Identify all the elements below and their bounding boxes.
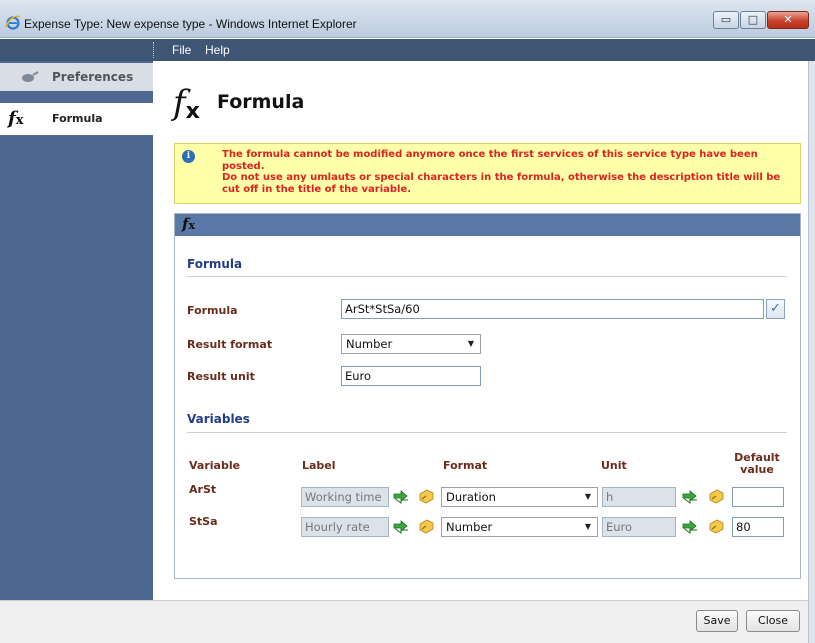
tag-icon[interactable] <box>707 518 725 536</box>
section-title-formula: Formula <box>187 257 243 271</box>
close-button[interactable]: Close <box>746 610 800 632</box>
variable-name: StSa <box>189 515 218 528</box>
variable-unit-input: h <box>602 487 676 507</box>
translate-icon[interactable] <box>681 518 699 536</box>
result-format-select[interactable]: Number ▼ <box>341 334 481 354</box>
save-button[interactable]: Save <box>696 610 738 632</box>
sidebar-header-strip <box>0 39 153 61</box>
chevron-down-icon: ▼ <box>584 492 591 501</box>
menu-bar: File Help <box>153 39 815 61</box>
menu-grip <box>153 42 156 58</box>
section-title-variables: Variables <box>187 412 250 426</box>
result-format-value: Number <box>346 337 393 351</box>
sidebar-item-label: Formula <box>52 112 103 125</box>
column-header-variable: Variable <box>189 459 241 472</box>
variable-format-select[interactable]: Duration ▼ <box>441 487 598 507</box>
section-divider <box>187 276 787 277</box>
sidebar: Preferences fx Formula <box>0 61 153 600</box>
window-titlebar: Expense Type: New expense type - Windows… <box>0 0 815 38</box>
validate-formula-button[interactable]: ✓ <box>766 299 785 319</box>
window-right-edge <box>808 61 815 643</box>
translate-icon[interactable] <box>392 488 410 506</box>
translate-icon[interactable] <box>681 488 699 506</box>
column-header-label: Label <box>302 459 336 472</box>
warning-notice: i The formula cannot be modified anymore… <box>174 143 801 204</box>
sidebar-item-label: Preferences <box>52 70 134 84</box>
variable-format-select[interactable]: Number ▼ <box>441 517 598 537</box>
variable-label-input: Working time <box>301 487 389 507</box>
translate-icon[interactable] <box>392 518 410 536</box>
notice-line-2: Do not use any umlauts or special charac… <box>222 172 781 195</box>
tag-icon[interactable] <box>417 518 435 536</box>
page-title: Formula <box>217 91 305 113</box>
variable-format-value: Number <box>446 520 493 534</box>
info-icon: i <box>182 150 195 163</box>
menu-file[interactable]: File <box>172 43 191 57</box>
variable-format-value: Duration <box>446 490 496 504</box>
menu-help[interactable]: Help <box>205 43 230 57</box>
section-divider <box>187 432 787 433</box>
window-title: Expense Type: New expense type - Windows… <box>24 17 357 31</box>
variable-label-input: Hourly rate <box>301 517 389 537</box>
gear-icon <box>22 71 39 82</box>
maximize-button[interactable]: □ <box>740 11 766 29</box>
sidebar-item-preferences[interactable]: Preferences <box>0 63 153 91</box>
main-content: fx Formula i The formula cannot be modif… <box>153 61 808 600</box>
notice-message: The formula cannot be modified anymore o… <box>222 149 792 195</box>
dialog-footer: Save Close <box>0 600 808 643</box>
formula-panel: fx Formula Formula ArSt*StSa/60 ✓ Result… <box>174 213 801 579</box>
result-unit-label: Result unit <box>187 370 255 383</box>
formula-fx-icon: fx <box>173 83 200 124</box>
variable-default-input[interactable]: 80 <box>732 517 784 537</box>
sidebar-item-formula[interactable]: fx Formula <box>0 103 153 135</box>
variable-unit-input: Euro <box>602 517 676 537</box>
formula-input[interactable]: ArSt*StSa/60 <box>341 299 764 319</box>
variable-default-input[interactable] <box>732 487 784 507</box>
chevron-down-icon: ▼ <box>584 522 591 531</box>
column-header-format: Format <box>443 459 488 472</box>
fx-icon: fx <box>182 215 196 233</box>
minimize-button[interactable]: ▭ <box>713 11 739 29</box>
formula-label: Formula <box>187 304 238 317</box>
column-header-default-value: Default value <box>734 451 780 476</box>
close-window-button[interactable]: ✕ <box>767 11 809 29</box>
tag-icon[interactable] <box>417 488 435 506</box>
fx-icon: fx <box>8 108 24 129</box>
result-format-label: Result format <box>187 338 273 351</box>
internet-explorer-icon <box>5 15 21 30</box>
variable-name: ArSt <box>189 483 217 496</box>
result-unit-input[interactable]: Euro <box>341 366 481 386</box>
notice-line-1: The formula cannot be modified anymore o… <box>222 149 758 172</box>
tag-icon[interactable] <box>707 488 725 506</box>
column-header-unit: Unit <box>601 459 627 472</box>
chevron-down-icon: ▼ <box>467 339 474 348</box>
panel-header: fx <box>175 214 800 236</box>
